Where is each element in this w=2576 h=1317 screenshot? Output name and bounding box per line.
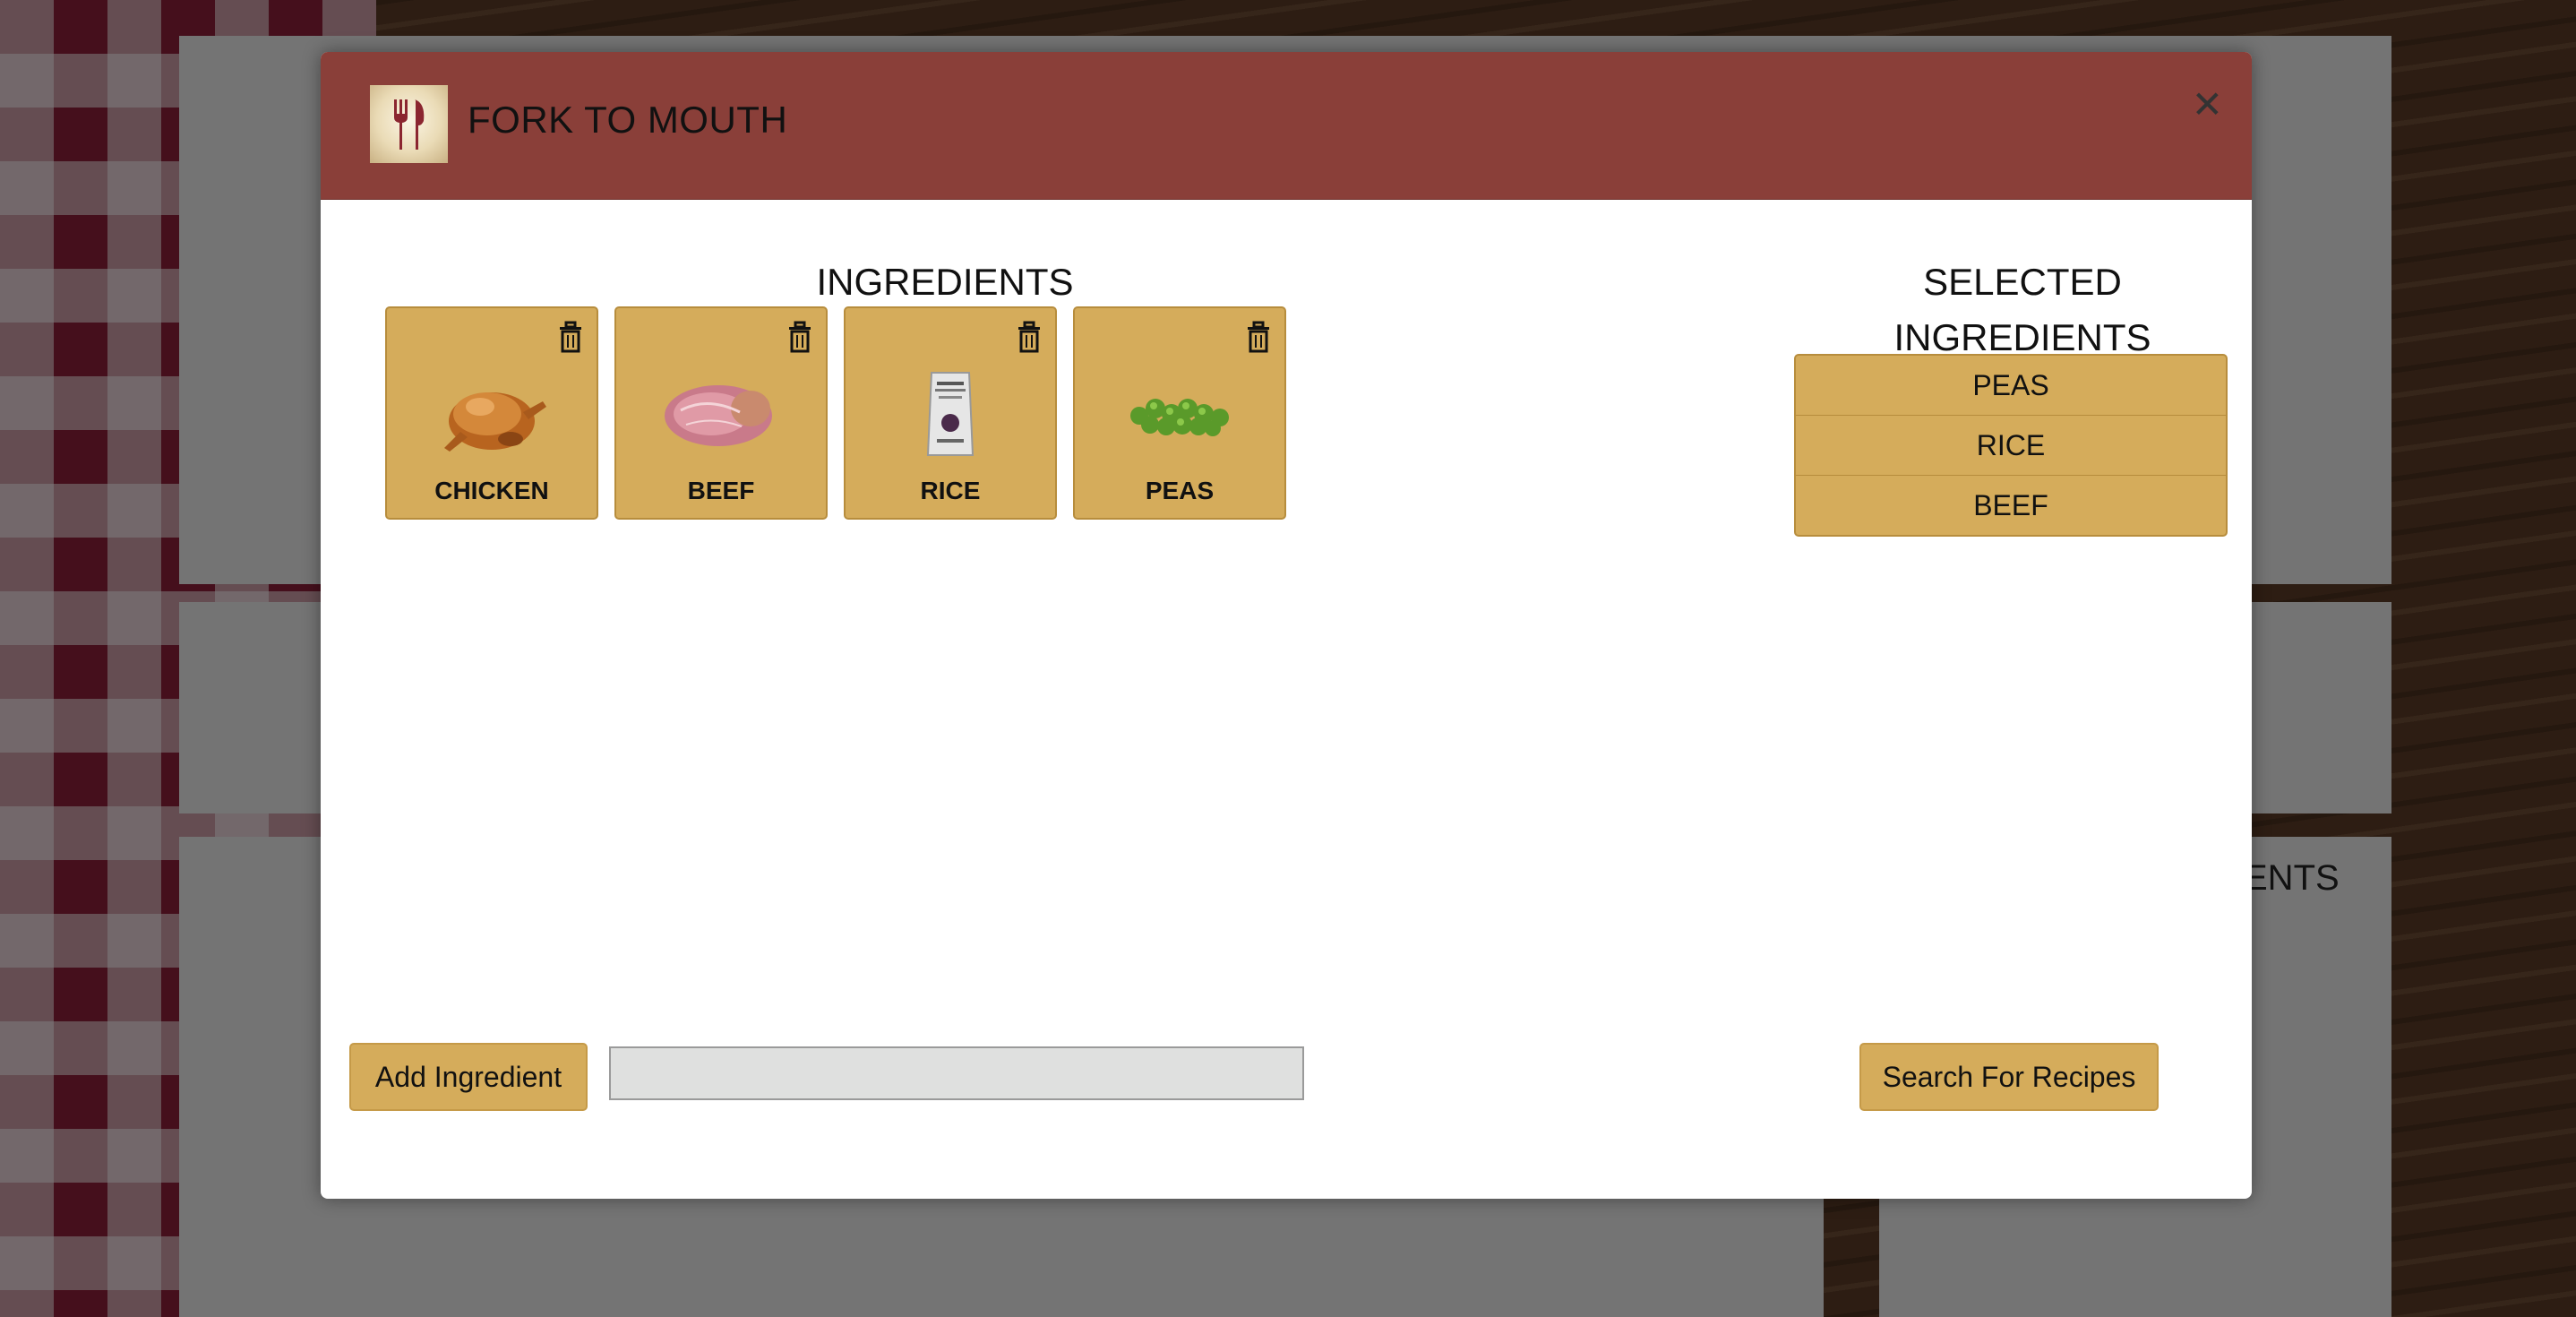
trash-icon[interactable]: [786, 321, 813, 353]
add-ingredient-button[interactable]: Add Ingredient: [349, 1043, 588, 1111]
ingredient-card-peas[interactable]: PEAS: [1073, 306, 1286, 520]
trash-icon[interactable]: [557, 321, 584, 353]
peas-image: [1130, 399, 1229, 436]
ingredient-name: BEEF: [687, 477, 755, 504]
selected-item[interactable]: RICE: [1796, 416, 2226, 476]
ingredients-modal: FORK TO MOUTH ✕ INGREDIENTS SELECTED ING…: [321, 52, 2252, 1199]
selected-ingredients-heading: SELECTED INGREDIENTS: [1834, 254, 2211, 366]
ingredients-heading: INGREDIENTS: [816, 261, 1074, 303]
selected-item[interactable]: BEEF: [1796, 476, 2226, 535]
ingredient-card-rice[interactable]: RICE: [844, 306, 1057, 520]
chicken-image: [444, 392, 546, 452]
trash-icon[interactable]: [1245, 321, 1272, 353]
ingredient-name: PEAS: [1145, 477, 1215, 504]
selected-item[interactable]: PEAS: [1796, 356, 2226, 416]
ingredient-card-chicken[interactable]: CHICKEN: [385, 306, 598, 520]
ingredient-input[interactable]: [609, 1046, 1304, 1100]
ingredient-name: RICE: [920, 477, 981, 504]
ingredient-name: CHICKEN: [434, 477, 549, 504]
modal-header: FORK TO MOUTH ✕: [321, 52, 2252, 200]
ingredient-card-beef[interactable]: BEEF: [614, 306, 828, 520]
close-icon[interactable]: ✕: [2192, 86, 2223, 124]
search-recipes-button[interactable]: Search For Recipes: [1859, 1043, 2159, 1111]
selected-ingredients-list: PEAS RICE BEEF: [1794, 354, 2228, 537]
rice-bag-image: [926, 372, 975, 456]
fork-knife-logo-icon: [370, 85, 448, 163]
trash-icon[interactable]: [1016, 321, 1043, 353]
app-brand-title: FORK TO MOUTH: [468, 99, 788, 141]
beef-image: [665, 385, 772, 446]
selected-heading-line1: SELECTED: [1923, 261, 2122, 303]
